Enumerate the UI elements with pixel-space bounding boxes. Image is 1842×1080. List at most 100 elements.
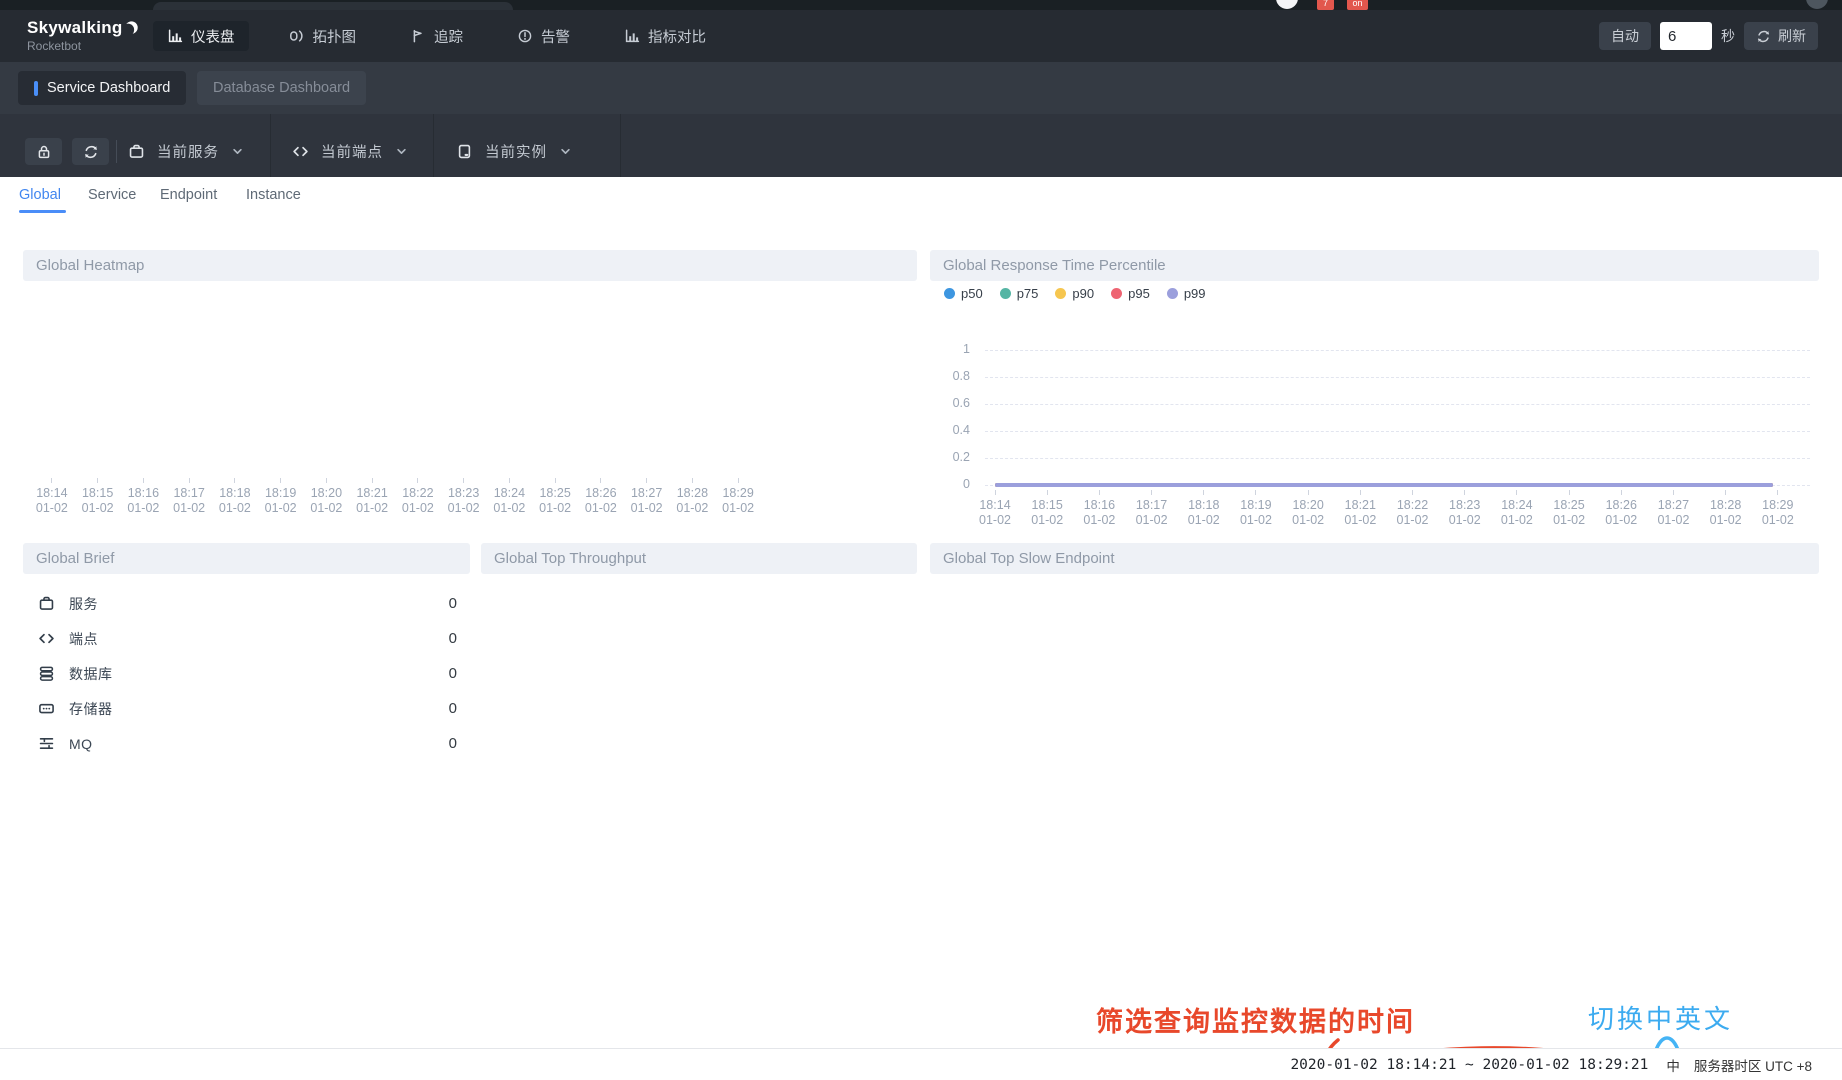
auto-refresh-button[interactable]: 自动	[1599, 22, 1651, 50]
menu-item-label: 仪表盘	[191, 26, 235, 47]
chevron-down-icon	[231, 145, 244, 158]
extension-badge[interactable]: on	[1347, 0, 1368, 10]
x-axis-label: 18:1801-02	[1178, 490, 1230, 528]
x-axis-label: 18:1401-02	[969, 490, 1021, 528]
menu-item-label: 拓扑图	[313, 26, 357, 47]
x-axis-label: 18:1401-02	[29, 478, 75, 516]
lock-button[interactable]	[25, 138, 62, 165]
current-endpoint-selector[interactable]: 当前端点	[292, 136, 408, 166]
x-axis-label: 18:1701-02	[1126, 490, 1178, 528]
crescent-logo-icon	[124, 21, 139, 36]
brief-label: 服务	[69, 594, 98, 614]
dashboard-icon	[167, 28, 183, 44]
browser-menu-icon[interactable]	[1806, 0, 1828, 9]
panel-title: Global Top Slow Endpoint	[930, 543, 1819, 574]
service-icon	[128, 143, 145, 160]
panel-title: Global Brief	[23, 543, 470, 574]
brief-row-database: 数据库 0	[23, 656, 470, 691]
x-axis-label: 18:2801-02	[1700, 490, 1752, 528]
x-axis-label: 18:2301-02	[1439, 490, 1491, 528]
menu-item-alarm[interactable]: 告警	[503, 21, 584, 51]
divider	[433, 114, 434, 177]
brief-label: MQ	[69, 736, 93, 752]
lock-icon	[36, 144, 52, 160]
x-axis-label: 18:2201-02	[395, 478, 441, 516]
tab-service[interactable]: Service	[88, 187, 136, 203]
selector-label: 当前端点	[321, 141, 383, 162]
percentile-x-axis: 18:1401-0218:1501-0218:1601-0218:1701-02…	[969, 490, 1804, 528]
compare-icon	[624, 28, 640, 44]
dashboard-tab-bar: Service Dashboard Database Dashboard	[0, 62, 1842, 114]
tab-endpoint[interactable]: Endpoint	[160, 187, 217, 203]
app-logo[interactable]: Skywalking Rocketbot	[27, 18, 139, 53]
menu-item-label: 指标对比	[648, 26, 706, 47]
language-toggle[interactable]: 中	[1666, 1055, 1680, 1075]
tab-label: Service Dashboard	[47, 80, 170, 96]
brief-value: 0	[449, 700, 457, 717]
gridline	[985, 350, 1810, 351]
x-axis-label: 18:1501-02	[1021, 490, 1073, 528]
tab-global[interactable]: Global	[19, 187, 61, 203]
menu-item-trace[interactable]: 追踪	[396, 21, 477, 51]
menu-item-topology[interactable]: 拓扑图	[275, 21, 371, 51]
brief-value: 0	[449, 735, 457, 752]
x-axis-label: 18:1601-02	[1073, 490, 1125, 528]
reload-scope-button[interactable]	[72, 138, 109, 165]
x-axis-label: 18:2601-02	[578, 478, 624, 516]
active-indicator	[34, 81, 38, 96]
tab-instance[interactable]: Instance	[246, 187, 301, 203]
brief-row-storage: 存储器 0	[23, 691, 470, 726]
x-axis-label: 18:1701-02	[166, 478, 212, 516]
gridline	[985, 431, 1810, 432]
refresh-button[interactable]: 刷新	[1744, 22, 1818, 50]
y-axis-label: 0.6	[930, 396, 970, 410]
endpoint-icon	[38, 630, 55, 647]
topology-icon	[289, 28, 305, 44]
x-axis-label: 18:2101-02	[1334, 490, 1386, 528]
interval-input[interactable]	[1660, 22, 1712, 50]
x-axis-label: 18:2401-02	[1491, 490, 1543, 528]
panel-global-brief: Global Brief 服务 0 端点 0 数据库 0 存储器 0 MQ 0	[23, 543, 470, 773]
view-tab-bar: Global Service Endpoint Instance	[0, 177, 1842, 215]
current-service-selector[interactable]: 当前服务	[128, 136, 244, 166]
seconds-label: 秒	[1721, 26, 1735, 46]
menu-item-compare[interactable]: 指标对比	[610, 21, 720, 51]
x-axis-label: 18:2701-02	[624, 478, 670, 516]
x-axis-label: 18:2001-02	[1282, 490, 1334, 528]
x-axis-label: 18:1601-02	[121, 478, 167, 516]
database-icon	[38, 665, 55, 682]
menu-item-dashboard[interactable]: 仪表盘	[153, 21, 249, 51]
panel-title: Global Top Throughput	[481, 543, 917, 574]
brief-label: 存储器	[69, 699, 113, 719]
panel-response-time-percentile: Global Response Time Percentile p50p75p9…	[930, 250, 1819, 540]
refresh-icon	[1756, 29, 1771, 44]
scope-toolbar: 当前服务 当前端点 当前实例	[0, 114, 1842, 177]
tab-service-dashboard[interactable]: Service Dashboard	[18, 71, 186, 105]
refresh-icon	[83, 144, 99, 160]
x-axis-label: 18:1501-02	[75, 478, 121, 516]
avatar[interactable]	[1276, 0, 1298, 9]
tab-database-dashboard[interactable]: Database Dashboard	[197, 71, 366, 105]
divider	[116, 140, 117, 163]
panel-top-throughput: Global Top Throughput	[481, 543, 917, 574]
current-instance-selector[interactable]: 当前实例	[456, 136, 572, 166]
brief-row-mq: MQ 0	[23, 726, 470, 761]
x-axis-label: 18:2301-02	[441, 478, 487, 516]
logo-title: Skywalking	[27, 18, 123, 38]
extension-badge[interactable]: 7	[1317, 0, 1334, 10]
x-axis-label: 18:1901-02	[1230, 490, 1282, 528]
brief-row-service: 服务 0	[23, 586, 470, 621]
auto-label: 自动	[1611, 26, 1639, 46]
x-axis-label: 18:2601-02	[1595, 490, 1647, 528]
x-axis-label: 18:2001-02	[304, 478, 350, 516]
x-axis-label: 18:2901-02	[1752, 490, 1804, 528]
footer-bar: 2020-01-02 18:14:21 ~ 2020-01-02 18:29:2…	[0, 1048, 1842, 1080]
browser-tab-remnant	[153, 2, 513, 10]
time-range-picker[interactable]: 2020-01-02 18:14:21 ~ 2020-01-02 18:29:2…	[1290, 1057, 1648, 1073]
heatmap-x-axis: 18:1401-0218:1501-0218:1601-0218:1701-02…	[29, 478, 761, 516]
storage-icon	[38, 700, 55, 717]
x-axis-label: 18:2901-02	[715, 478, 761, 516]
x-axis-label: 18:2801-02	[670, 478, 716, 516]
menu-item-label: 告警	[541, 26, 570, 47]
alarm-icon	[517, 28, 533, 44]
